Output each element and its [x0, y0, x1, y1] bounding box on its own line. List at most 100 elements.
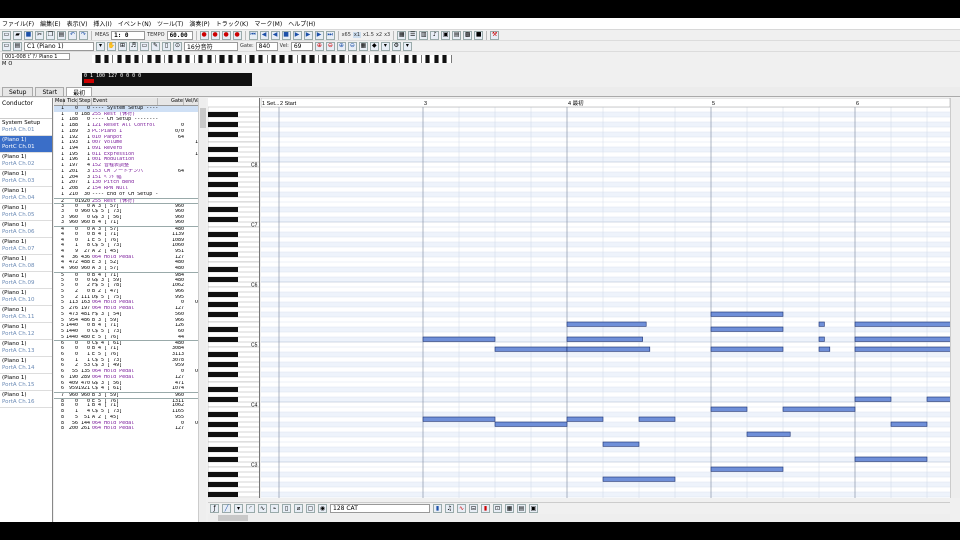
menu-insert[interactable]: 挿入(I): [93, 19, 111, 28]
event-row[interactable]: 1 210 30---- End of CH Setup ----: [54, 192, 205, 198]
event-row[interactable]: 3960960B 4 [ 71]96069: [54, 220, 205, 226]
record-loop-icon[interactable]: ●: [232, 30, 242, 40]
piano-keys-svg[interactable]: C8 C7 C6 C5 C4 C3: [208, 98, 260, 498]
position-display[interactable]: 1: 0: [111, 30, 146, 40]
tempo-display[interactable]: 60.00: [166, 30, 193, 40]
piano-roll-canvas[interactable]: 1 Set... 2 Start 3 4 最初 5 6: [261, 98, 950, 498]
step-icon[interactable]: ⊟: [469, 504, 478, 513]
event-row[interactable]: 7960960B 3 [ 59]96069: [54, 391, 205, 398]
track-item[interactable]: (Piano 1) PortA Ch.12: [0, 323, 52, 340]
track-item[interactable]: (Piano 1) PortA Ch.05: [0, 204, 52, 221]
pencil-icon[interactable]: ✎: [151, 41, 160, 51]
fast-forward-icon[interactable]: ▶: [303, 30, 313, 40]
track-item[interactable]: (Piano 1) PortA Ch.09: [0, 272, 52, 289]
color-icon[interactable]: ◆: [369, 41, 379, 51]
track-item[interactable]: (Piano 1) PortA Ch.15: [0, 374, 52, 391]
tab-first[interactable]: 最初: [66, 87, 93, 97]
bar-chart-icon[interactable]: ▮: [433, 504, 442, 513]
curve-tool-icon[interactable]: ƒ: [210, 504, 219, 513]
record-punch-icon[interactable]: ●: [221, 30, 231, 40]
pedal-icon[interactable]: ▮: [481, 504, 490, 513]
line-tool-icon[interactable]: ╱: [222, 504, 231, 513]
quantize-select[interactable]: 16分音符: [184, 41, 238, 51]
menu-tools[interactable]: ツール(T): [157, 19, 183, 28]
eraser-icon[interactable]: ▯: [162, 41, 171, 51]
option-icon[interactable]: ▾: [402, 41, 412, 51]
next-marker-icon[interactable]: ▶: [314, 30, 324, 40]
tool-icon[interactable]: ⚒: [490, 30, 500, 40]
piano-icon[interactable]: ♫: [445, 504, 454, 513]
paste-icon[interactable]: ▤: [57, 30, 66, 40]
wave-tool-icon[interactable]: ∿: [258, 504, 267, 513]
track-item[interactable]: (Piano 1) PortA Ch.13: [0, 340, 52, 357]
track-item[interactable]: (Piano 1) PortA Ch.07: [0, 238, 52, 255]
menu-file[interactable]: ファイル(F): [2, 19, 34, 28]
record-icon[interactable]: ●: [199, 30, 209, 40]
vel-input[interactable]: 69: [290, 41, 313, 51]
track-select[interactable]: C1 (Piano 1): [24, 41, 94, 51]
event-row[interactable]: 51440480E 5 [ 76]4471: [54, 335, 205, 341]
dropdown-icon[interactable]: ▾: [380, 41, 390, 51]
random-tool-icon[interactable]: ⌁: [270, 504, 279, 513]
stop-icon[interactable]: ■: [281, 30, 291, 40]
conductor-track[interactable]: Conductor: [0, 98, 52, 119]
tab-setup[interactable]: Setup: [2, 87, 34, 96]
col-tick[interactable]: Tick: [64, 98, 78, 105]
horizontal-scrollbar[interactable]: [208, 514, 950, 522]
event-row[interactable]: 2 0 1920 255 Rest (休符): [54, 197, 205, 204]
piano-roll[interactable]: 1 Set... 2 Start 3 4 最初 5 6: [261, 98, 950, 498]
track-item[interactable]: (Piano 1) PortC Ch.01: [0, 136, 52, 153]
snap-icon[interactable]: ⊞: [118, 41, 127, 51]
staff-window-icon[interactable]: ♪: [430, 30, 440, 40]
new-file-icon[interactable]: ▭: [2, 30, 11, 40]
chevron-down-icon[interactable]: ▾: [96, 41, 105, 51]
event-list-scrollbar[interactable]: [198, 98, 206, 522]
open-folder-icon[interactable]: ▰: [13, 30, 22, 40]
track-name-field[interactable]: 001-008 ﾋﾟｱﾉ Piano 1: [2, 52, 70, 60]
piano-keyboard[interactable]: C8 C7 C6 C5 C4 C3: [208, 98, 260, 498]
record-step-icon[interactable]: ●: [210, 30, 220, 40]
color-tool-icon[interactable]: ▢: [306, 504, 315, 513]
col-event[interactable]: Event: [92, 98, 158, 105]
prev-marker-icon[interactable]: ◀: [259, 30, 269, 40]
properties-icon[interactable]: ▤: [13, 41, 22, 51]
zoom-h-out-icon[interactable]: ⊖: [347, 41, 357, 51]
menu-play[interactable]: 演奏(P): [189, 19, 209, 28]
track-item[interactable]: (Piano 1) PortA Ch.02: [0, 153, 52, 170]
col-step[interactable]: Step: [78, 98, 92, 105]
col-gate[interactable]: Gate: [158, 98, 184, 105]
menu-view[interactable]: 表示(V): [67, 19, 88, 28]
menu-mark[interactable]: マーク(M): [254, 19, 282, 28]
track-item[interactable]: (Piano 1) PortA Ch.16: [0, 391, 52, 408]
panel-icon[interactable]: ▩: [463, 30, 473, 40]
menu-track[interactable]: トラック(K): [216, 19, 249, 28]
layout-icon[interactable]: ▤: [517, 504, 526, 513]
track-item[interactable]: (Piano 1) PortA Ch.10: [0, 289, 52, 306]
display-icon[interactable]: ▣: [529, 504, 538, 513]
piano-keyboard-icon[interactable]: ▭: [2, 41, 11, 51]
save-icon[interactable]: ■: [24, 30, 33, 40]
zoom-out-icon[interactable]: ⊖: [325, 41, 335, 51]
mute-label[interactable]: M: [2, 61, 6, 67]
gate-input[interactable]: 840: [255, 41, 278, 51]
display-icon[interactable]: ■: [474, 30, 484, 40]
copy-icon[interactable]: ❐: [46, 30, 55, 40]
eraser-icon[interactable]: ▯: [282, 504, 291, 513]
lock-icon[interactable]: ⊡: [493, 504, 502, 513]
grid-icon[interactable]: ▦: [358, 41, 368, 51]
event-row[interactable]: 69591921C$ 4 [ 61]107455: [54, 386, 205, 392]
wave-icon[interactable]: ∿: [457, 504, 466, 513]
track-item[interactable]: (Piano 1) PortA Ch.11: [0, 306, 52, 323]
hscroll-thumb[interactable]: [218, 515, 248, 521]
speed-x65[interactable]: x65: [342, 32, 351, 38]
track-item[interactable]: (Piano 1) PortA Ch.06: [0, 221, 52, 238]
tab-start[interactable]: Start: [35, 87, 65, 96]
speed-x3[interactable]: x3: [384, 32, 390, 38]
menu-help[interactable]: ヘルプ(H): [288, 19, 315, 28]
piano-roll-icon[interactable]: ▥: [419, 30, 429, 40]
speed-x1[interactable]: x1: [352, 32, 362, 38]
menu-event[interactable]: イベント(N): [118, 19, 151, 28]
arc-tool-icon[interactable]: ◜: [246, 504, 255, 513]
menu-edit[interactable]: 編集(E): [40, 19, 60, 28]
redo-icon[interactable]: ↷: [79, 30, 88, 40]
